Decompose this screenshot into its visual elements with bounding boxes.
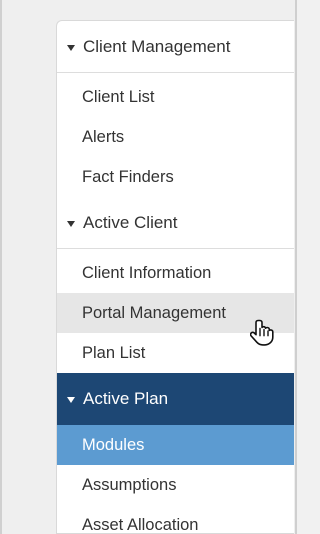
- active-plan-label: Active Plan: [83, 389, 169, 408]
- sidebar-item-client-information[interactable]: Client Information: [57, 253, 294, 293]
- hand-pointer-icon: [250, 319, 274, 346]
- caret-down-icon: [67, 44, 75, 51]
- sidebar-item-modules[interactable]: Modules: [57, 425, 294, 465]
- active-plan-section-header[interactable]: Active Plan: [57, 373, 294, 425]
- sidebar-item-label: Client Information: [82, 263, 212, 282]
- sidebar-item-label: Assumptions: [82, 475, 177, 494]
- sidebar-item-label: Plan List: [82, 343, 146, 362]
- active-client-label: Active Client: [83, 212, 178, 232]
- sidebar-item-alerts[interactable]: Alerts: [57, 117, 294, 157]
- sidebar-item-assumptions[interactable]: Assumptions: [57, 465, 294, 505]
- caret-down-icon: [67, 397, 75, 403]
- right-border: [295, 0, 297, 534]
- sidebar-navigation: Client Management Client List Alerts Fac…: [56, 20, 294, 534]
- sidebar-item-label: Asset Allocation: [82, 515, 199, 534]
- sidebar-item-label: Alerts: [82, 127, 125, 146]
- sidebar-item-fact-finders[interactable]: Fact Finders: [57, 157, 294, 197]
- sidebar-item-label: Client List: [82, 87, 155, 106]
- sidebar-item-label: Modules: [82, 435, 145, 454]
- sidebar-item-asset-allocation[interactable]: Asset Allocation: [57, 505, 294, 534]
- client-management-section-header[interactable]: Client Management: [57, 21, 294, 73]
- active-client-section-header[interactable]: Active Client: [57, 197, 294, 249]
- client-management-label: Client Management: [83, 36, 231, 56]
- app-window: Client Management Client List Alerts Fac…: [0, 0, 297, 534]
- caret-down-icon: [67, 220, 75, 227]
- sidebar-item-client-list[interactable]: Client List: [57, 77, 294, 117]
- sidebar-item-label: Portal Management: [82, 303, 226, 322]
- left-border: [0, 0, 2, 534]
- sidebar-item-label: Fact Finders: [82, 167, 174, 186]
